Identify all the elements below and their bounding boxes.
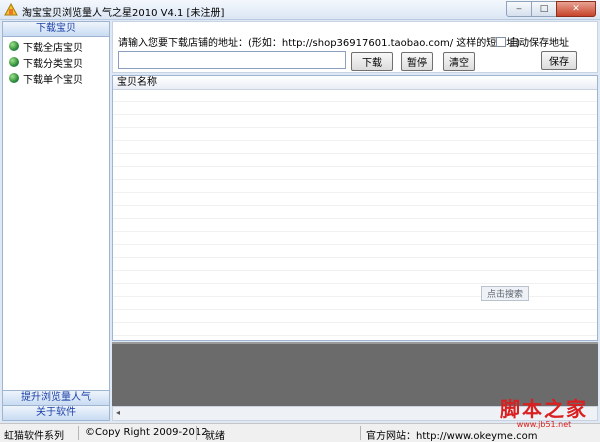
watermark: 脚本之家 www.jb51.net (490, 398, 598, 436)
autosave-label: 自动保存地址 (509, 38, 569, 49)
title-bar: 淘宝宝贝浏览量人气之星2010 V4.1 [未注册] ‒ □ ✕ (0, 0, 600, 20)
status-divider (78, 426, 79, 440)
status-company: 虹猫软件系列 (4, 431, 64, 442)
sidebar-section-about[interactable]: 关于软件 (3, 405, 109, 420)
sidebar-item-label: 下载全店宝贝 (23, 42, 83, 54)
watermark-url: www.jb51.net (516, 420, 572, 429)
url-toolbar: 请输入您要下载店铺的地址：(形如：http://shop36917601.tao… (112, 21, 598, 73)
globe-icon (9, 41, 19, 51)
sidebar-header-download[interactable]: 下载宝贝 (3, 22, 109, 37)
app-icon (4, 3, 18, 16)
pause-button[interactable]: 暂停 (401, 52, 433, 71)
autosave-option[interactable]: 自动保存地址 (496, 34, 569, 49)
clear-button[interactable]: 清空 (443, 52, 475, 71)
search-tag[interactable]: 点击搜索 (481, 286, 529, 301)
status-divider (360, 426, 361, 440)
sidebar-item-download-single[interactable]: 下载单个宝贝 (3, 71, 109, 86)
status-divider (196, 426, 197, 440)
status-text: 就绪 (205, 431, 225, 442)
save-button[interactable]: 保存 (541, 51, 577, 70)
url-prompt: 请输入您要下载店铺的地址：(形如：http://shop36917601.tao… (118, 38, 521, 49)
sidebar-item-label: 下载单个宝贝 (23, 74, 83, 86)
sidebar-section-boost[interactable]: 提升浏览量人气 (3, 390, 109, 405)
column-header-item-name[interactable]: 宝贝名称 (113, 76, 597, 90)
download-button[interactable]: 下载 (351, 52, 393, 71)
status-copyright: ©Copy Right 2009-2012 (85, 427, 208, 438)
sidebar: 下载宝贝 下载全店宝贝 下载分类宝贝 下载单个宝贝 提升浏览量人气 关于软件 (2, 21, 110, 421)
shop-url-input[interactable] (118, 51, 346, 69)
sidebar-item-label: 下载分类宝贝 (23, 58, 83, 70)
autosave-checkbox[interactable] (496, 36, 506, 47)
maximize-button[interactable]: □ (531, 1, 557, 17)
window-controls: ‒ □ ✕ (506, 1, 596, 17)
minimize-button[interactable]: ‒ (506, 1, 532, 17)
scroll-left-icon[interactable]: ◂ (116, 408, 120, 417)
window-title: 淘宝宝贝浏览量人气之星2010 V4.1 [未注册] (22, 8, 225, 19)
sidebar-item-download-category[interactable]: 下载分类宝贝 (3, 55, 109, 70)
item-list[interactable]: 宝贝名称 点击搜索 (112, 75, 598, 341)
globe-icon (9, 73, 19, 83)
close-button[interactable]: ✕ (556, 1, 596, 17)
sidebar-item-download-all[interactable]: 下载全店宝贝 (3, 39, 109, 54)
main-panel: 请输入您要下载店铺的地址：(形如：http://shop36917601.tao… (112, 21, 598, 421)
watermark-text: 脚本之家 (500, 397, 588, 421)
globe-icon (9, 57, 19, 67)
